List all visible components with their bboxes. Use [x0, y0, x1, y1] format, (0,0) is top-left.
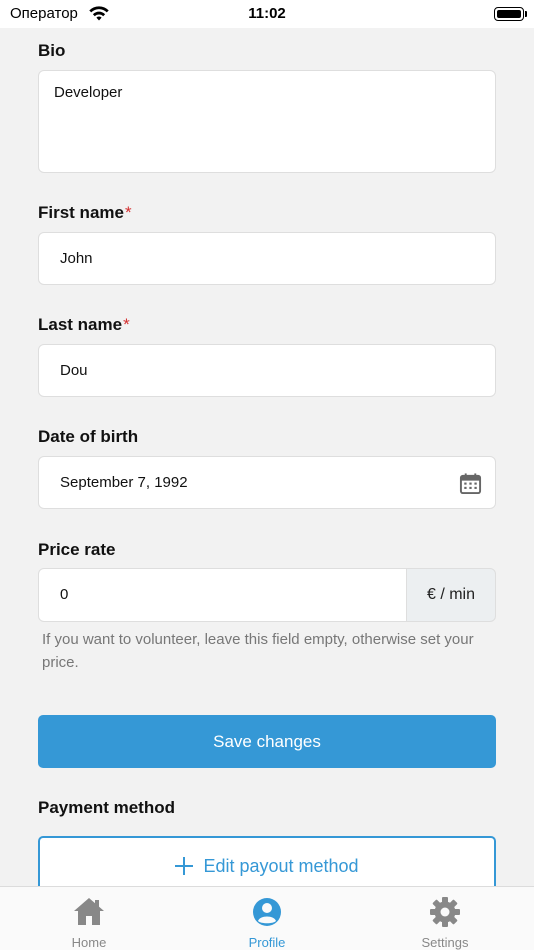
bio-label-text: Bio [38, 41, 66, 60]
tab-bar: Home Profile Settings [0, 886, 534, 950]
tab-home-label: Home [71, 935, 107, 950]
bio-textarea[interactable]: Developer [38, 70, 496, 173]
first-name-label: First name* [38, 203, 132, 223]
tab-profile-label: Profile [248, 935, 286, 950]
price-rate-input[interactable]: 0 [38, 568, 407, 622]
payment-method-label: Payment method [38, 798, 175, 818]
tab-home[interactable]: Home [0, 887, 178, 950]
payment-method-label-text: Payment method [38, 798, 175, 817]
first-name-label-text: First name [38, 203, 124, 222]
bio-label: Bio [38, 41, 65, 61]
last-name-value: Dou [60, 362, 88, 379]
required-asterisk: * [123, 315, 130, 334]
tab-profile[interactable]: Profile [178, 887, 356, 950]
tab-settings[interactable]: Settings [356, 887, 534, 950]
plus-icon [175, 857, 194, 875]
first-name-value: John [60, 250, 93, 267]
last-name-label-text: Last name [38, 315, 123, 334]
price-rate-label-text: Price rate [38, 540, 116, 559]
user-circle-icon [253, 898, 281, 926]
required-asterisk: * [124, 203, 132, 222]
price-rate-value: 0 [60, 586, 69, 603]
gear-icon [430, 897, 460, 927]
date-of-birth-label: Date of birth [38, 427, 138, 447]
edit-payout-label: Edit payout method [203, 856, 359, 876]
price-rate-label: Price rate [38, 540, 116, 560]
last-name-label: Last name* [38, 315, 130, 335]
home-icon [74, 898, 104, 925]
save-changes-button[interactable]: Save changes [38, 715, 496, 768]
battery-cap [525, 11, 527, 17]
status-bar: Оператор 11:02 [0, 0, 534, 28]
tab-settings-label: Settings [421, 935, 469, 950]
battery-icon [494, 7, 524, 21]
first-name-input[interactable]: John [38, 232, 496, 285]
edit-payout-content: Edit payout method [40, 856, 494, 877]
last-name-input[interactable]: Dou [38, 344, 496, 397]
clock: 11:02 [248, 5, 286, 22]
price-unit-addon: € / min [406, 568, 496, 622]
price-unit-label: € / min [426, 586, 475, 603]
bio-value: Developer [54, 84, 123, 101]
save-changes-label: Save changes [213, 732, 321, 751]
price-rate-hint: If you want to volunteer, leave this fie… [42, 631, 474, 671]
date-of-birth-value: September 7, 1992 [60, 474, 188, 491]
date-of-birth-input[interactable]: September 7, 1992 [38, 456, 496, 509]
date-of-birth-label-text: Date of birth [38, 427, 139, 446]
calendar-icon[interactable] [459, 472, 482, 495]
